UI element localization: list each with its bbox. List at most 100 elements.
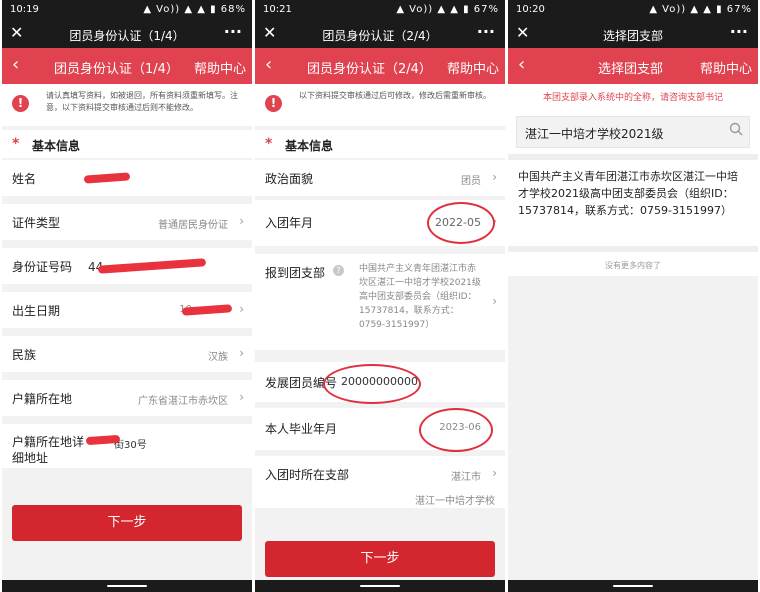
next-step-button[interactable]: 下一步	[265, 541, 495, 577]
page-title: 团员身份认证（2/4）	[307, 62, 432, 77]
row-name[interactable]: 姓名	[2, 160, 252, 196]
row-label: 民族	[12, 348, 37, 362]
section-header: * 基本信息	[255, 130, 505, 158]
row-id-number[interactable]: 身份证号码 44	[2, 248, 252, 284]
next-step-button[interactable]: 下一步	[12, 505, 242, 541]
required-star-icon: *	[265, 136, 273, 152]
back-chevron-icon[interactable]: ‹	[518, 54, 525, 75]
status-time: 10:19	[10, 4, 39, 15]
divider	[508, 246, 758, 252]
help-center-link[interactable]: 帮助中心	[700, 58, 752, 77]
required-star-icon: *	[12, 136, 20, 152]
row-label: 姓名	[12, 172, 37, 186]
status-bar: 10:21 ▲ Vo)) ▲ ▲ ▮ 67%	[255, 0, 505, 20]
system-nav-bar	[255, 580, 505, 592]
redaction-scribble	[83, 172, 131, 184]
search-value: 湛江一中培才学校2021级	[525, 127, 664, 141]
row-label: 入团年月	[265, 216, 314, 230]
notice-banner: ! 以下资料提交审核通过后可修改，修改后需重新审核。	[255, 84, 505, 126]
row-household-address[interactable]: 户籍所在地详细地址 街30号	[2, 424, 252, 468]
notice-text: 请认真填写资料，如被退回，所有资料须重新填写。注意，以下资料提交审核通过后则不能…	[46, 91, 238, 112]
status-icons: ▲ Vo)) ▲ ▲ ▮ 68%	[143, 4, 246, 15]
row-label: 身份证号码	[12, 260, 73, 274]
home-indicator[interactable]	[360, 585, 400, 587]
page-header: ‹ 团员身份认证（2/4） 帮助中心	[255, 48, 505, 84]
row-value: 汉族	[208, 352, 228, 363]
annotation-circle	[323, 364, 421, 404]
chevron-right-icon: ›	[239, 346, 244, 360]
panel-identity-step2: 10:21 ▲ Vo)) ▲ ▲ ▮ 67% ✕ 团员身份认证（2/4） ···…	[255, 0, 505, 592]
status-icons: ▲ Vo)) ▲ ▲ ▮ 67%	[649, 4, 752, 15]
notice-banner: ! 请认真填写资料，如被退回，所有资料须重新填写。注意，以下资料提交审核通过后则…	[2, 84, 252, 126]
page-title: 团员身份认证（1/4）	[54, 62, 179, 77]
section-title: 基本信息	[285, 139, 334, 153]
row-label: 入团时所在支部	[265, 468, 350, 482]
back-chevron-icon[interactable]: ‹	[265, 54, 272, 75]
row-label: 证件类型	[12, 216, 61, 230]
chevron-right-icon: ›	[492, 170, 497, 184]
annotation-circle	[427, 202, 495, 244]
section-title: 基本信息	[32, 139, 81, 153]
wechat-title-bar: ✕ 选择团支部 ···	[508, 20, 758, 48]
back-chevron-icon[interactable]: ‹	[12, 54, 19, 75]
row-value: 广东省湛江市赤坎区	[138, 396, 228, 407]
wechat-title: 团员身份认证（2/4）	[322, 29, 438, 43]
wechat-title: 团员身份认证（1/4）	[69, 29, 185, 43]
row-label: 户籍所在地	[12, 392, 73, 406]
hint-text: 本团支部录入系统中的全称，请咨询支部书记	[542, 93, 723, 103]
no-more-content: 没有更多内容了	[605, 261, 661, 270]
empty-area	[508, 276, 758, 580]
more-icon[interactable]: ···	[224, 22, 242, 41]
panel-identity-step1: 10:19 ▲ Vo)) ▲ ▲ ▮ 68% ✕ 团员身份认证（1/4） ···…	[2, 0, 252, 592]
row-label: 本人毕业年月	[265, 422, 338, 436]
row-value: 普通居民身份证	[158, 220, 228, 231]
home-indicator[interactable]	[613, 585, 653, 587]
row-household-location[interactable]: 户籍所在地 广东省湛江市赤坎区 ›	[2, 380, 252, 416]
row-id-type[interactable]: 证件类型 普通居民身份证 ›	[2, 204, 252, 240]
search-icon[interactable]	[729, 122, 743, 136]
help-center-link[interactable]: 帮助中心	[194, 58, 246, 77]
row-graduation-date[interactable]: 本人毕业年月 2023-06	[255, 408, 505, 452]
page-header: ‹ 团员身份认证（1/4） 帮助中心	[2, 48, 252, 84]
status-icons: ▲ Vo)) ▲ ▲ ▮ 67%	[396, 4, 499, 15]
page-title: 选择团支部	[598, 62, 664, 77]
divider	[508, 154, 758, 160]
row-birth-date[interactable]: 出生日期 10 ›	[2, 292, 252, 328]
row-value: 湛江市	[451, 472, 481, 483]
more-icon[interactable]: ···	[477, 22, 495, 41]
branch-search-input[interactable]: 湛江一中培才学校2021级	[516, 116, 750, 148]
row-value: 中国共产主义青年团湛江市赤坎区湛江一中培才学校2021级高中团支部委员会（组织I…	[359, 264, 481, 330]
system-nav-bar	[2, 580, 252, 592]
row-label: 政治面貌	[265, 172, 314, 186]
row-join-branch[interactable]: 入团时所在支部 湛江市 › 湛江一中培才学校	[255, 456, 505, 508]
row-political-status[interactable]: 政治面貌 团员 ›	[255, 160, 505, 196]
chevron-right-icon: ›	[492, 466, 497, 480]
info-icon: ?	[333, 265, 344, 276]
row-value: 团员	[461, 176, 481, 187]
row-label: 报到团支部	[265, 266, 326, 280]
row-ethnicity[interactable]: 民族 汉族 ›	[2, 336, 252, 372]
chevron-right-icon: ›	[492, 294, 497, 308]
panel-select-branch: 10:20 ▲ Vo)) ▲ ▲ ▮ 67% ✕ 选择团支部 ··· ‹ 选择团…	[508, 0, 758, 592]
status-time: 10:21	[263, 4, 292, 15]
more-icon[interactable]: ···	[730, 22, 748, 41]
branch-result-item[interactable]: 中国共产主义青年团湛江市赤坎区湛江一中培才学校2021级高中团支部委员会（组织I…	[518, 168, 748, 219]
row-join-date[interactable]: 入团年月 2022-05 ›	[255, 200, 505, 246]
chevron-right-icon: ›	[239, 302, 244, 316]
warning-icon: !	[265, 95, 282, 112]
redaction-scribble	[97, 258, 207, 274]
page-header: ‹ 选择团支部 帮助中心	[508, 48, 758, 84]
home-indicator[interactable]	[107, 585, 147, 587]
wechat-title-bar: ✕ 团员身份认证（1/4） ···	[2, 20, 252, 48]
warning-icon: !	[12, 95, 29, 112]
wechat-title: 选择团支部	[602, 29, 663, 43]
status-bar: 10:19 ▲ Vo)) ▲ ▲ ▮ 68%	[2, 0, 252, 20]
notice-text: 以下资料提交审核通过后可修改，修改后需重新审核。	[299, 91, 491, 100]
help-center-link[interactable]: 帮助中心	[447, 58, 499, 77]
system-nav-bar	[508, 580, 758, 592]
row-report-branch[interactable]: 报到团支部 ? 中国共产主义青年团湛江市赤坎区湛江一中培才学校2021级高中团支…	[255, 254, 505, 350]
chevron-right-icon: ›	[239, 390, 244, 404]
row-label: 出生日期	[12, 304, 61, 318]
row-subvalue: 湛江一中培才学校	[415, 496, 495, 507]
row-member-number[interactable]: 发展团员编号 20000000000	[255, 362, 505, 404]
